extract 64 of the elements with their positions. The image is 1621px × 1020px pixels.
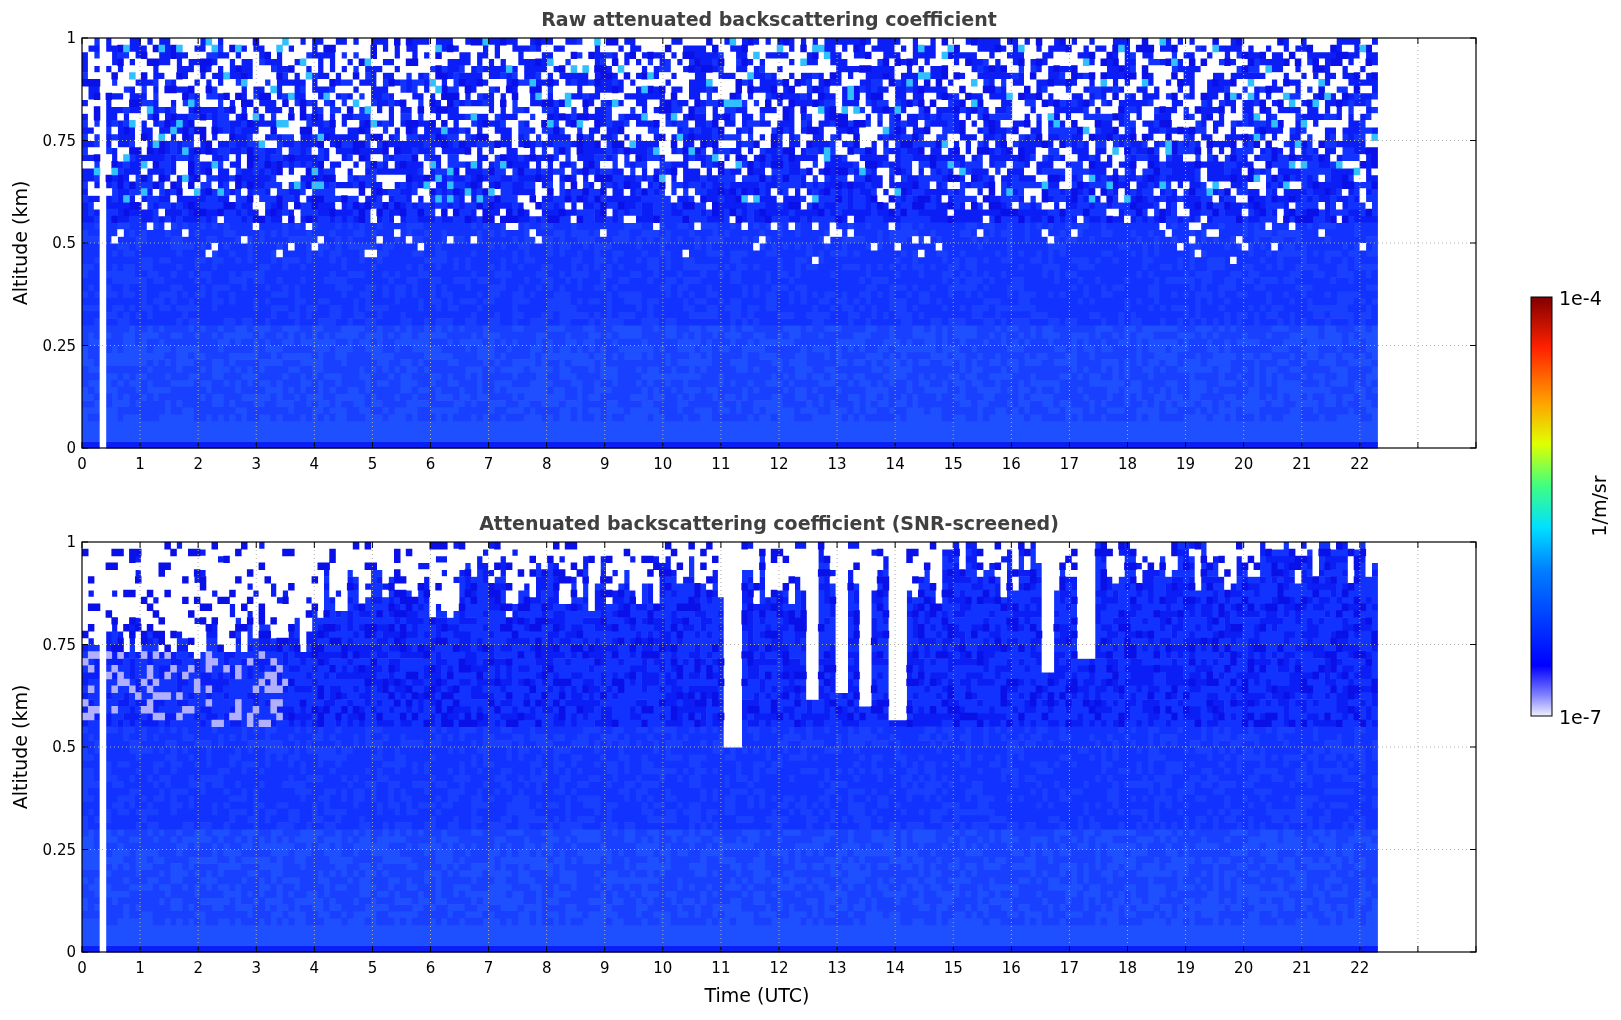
tick-label: 3 bbox=[251, 455, 261, 473]
tick-label: 15 bbox=[943, 959, 963, 977]
tick-label: 14 bbox=[885, 455, 905, 473]
tick-label: 5 bbox=[367, 959, 378, 977]
tick-label: 11 bbox=[711, 455, 731, 473]
tick-label: 13 bbox=[827, 959, 847, 977]
tick-label: 0 bbox=[66, 943, 76, 961]
tick-label: 5 bbox=[367, 455, 378, 473]
tick-label: 6 bbox=[425, 959, 436, 977]
plot-title: Raw attenuated backscattering coefficient bbox=[541, 8, 997, 30]
axis-label: Altitude (km) bbox=[9, 684, 31, 810]
tick-label: 16 bbox=[1001, 959, 1021, 977]
tick-label: 0.5 bbox=[52, 738, 76, 756]
tick-label: 1 bbox=[66, 533, 76, 551]
tick-label: 20 bbox=[1234, 959, 1254, 977]
tick-label: 0.25 bbox=[42, 336, 76, 355]
tick-label: 4 bbox=[309, 959, 320, 977]
tick-label: 0 bbox=[77, 959, 87, 977]
tick-label: 17 bbox=[1059, 959, 1079, 977]
tick-label: 0.75 bbox=[42, 635, 76, 654]
tick-label: 1 bbox=[66, 29, 76, 47]
tick-label: 0.5 bbox=[52, 234, 76, 252]
tick-label: 4 bbox=[309, 455, 320, 473]
tick-label: 1 bbox=[135, 455, 145, 473]
tick-label: 12 bbox=[769, 455, 789, 473]
tick-label: 14 bbox=[885, 959, 905, 977]
tick-label: 8 bbox=[541, 959, 552, 977]
tick-label: 3 bbox=[251, 959, 261, 977]
tick-label: 20 bbox=[1234, 455, 1254, 473]
tick-label: 22 bbox=[1350, 959, 1370, 977]
colorbar-min-label: 1e-7 bbox=[1559, 706, 1602, 728]
tick-label: 18 bbox=[1117, 959, 1138, 977]
tick-label: 22 bbox=[1350, 455, 1370, 473]
tick-label: 16 bbox=[1001, 455, 1021, 473]
tick-label: 7 bbox=[483, 455, 494, 473]
tick-label: 19 bbox=[1176, 455, 1196, 473]
colorbar-max-label: 1e-4 bbox=[1559, 287, 1602, 309]
plot-title: Attenuated backscattering coefficient (SNR-screened) bbox=[479, 512, 1059, 534]
tick-label: 15 bbox=[943, 455, 963, 473]
tick-label: 13 bbox=[827, 455, 847, 473]
tick-label: 18 bbox=[1117, 455, 1138, 473]
tick-label: 8 bbox=[541, 455, 552, 473]
tick-label: 12 bbox=[769, 959, 789, 977]
tick-label: 21 bbox=[1292, 959, 1312, 977]
tick-label: 1 bbox=[135, 959, 145, 977]
tick-label: 0.25 bbox=[42, 840, 76, 859]
tick-label: 0.75 bbox=[42, 131, 76, 150]
tick-label: 0 bbox=[66, 439, 76, 457]
tick-label: 9 bbox=[600, 959, 610, 977]
tick-label: 19 bbox=[1176, 959, 1196, 977]
tick-label: 17 bbox=[1059, 455, 1079, 473]
axis-label: Time (UTC) bbox=[704, 984, 810, 1006]
colorbar-label: 1/m/sr bbox=[1588, 475, 1610, 537]
tick-label: 0 bbox=[77, 455, 87, 473]
tick-label: 6 bbox=[425, 455, 436, 473]
tick-label: 2 bbox=[193, 455, 203, 473]
tick-label: 10 bbox=[653, 959, 673, 977]
tick-label: 21 bbox=[1292, 455, 1312, 473]
tick-label: 9 bbox=[600, 455, 610, 473]
tick-label: 11 bbox=[711, 959, 731, 977]
tick-label: 10 bbox=[653, 455, 673, 473]
axis-label: Altitude (km) bbox=[9, 180, 31, 306]
tick-label: 7 bbox=[483, 959, 494, 977]
tick-label: 2 bbox=[193, 959, 203, 977]
